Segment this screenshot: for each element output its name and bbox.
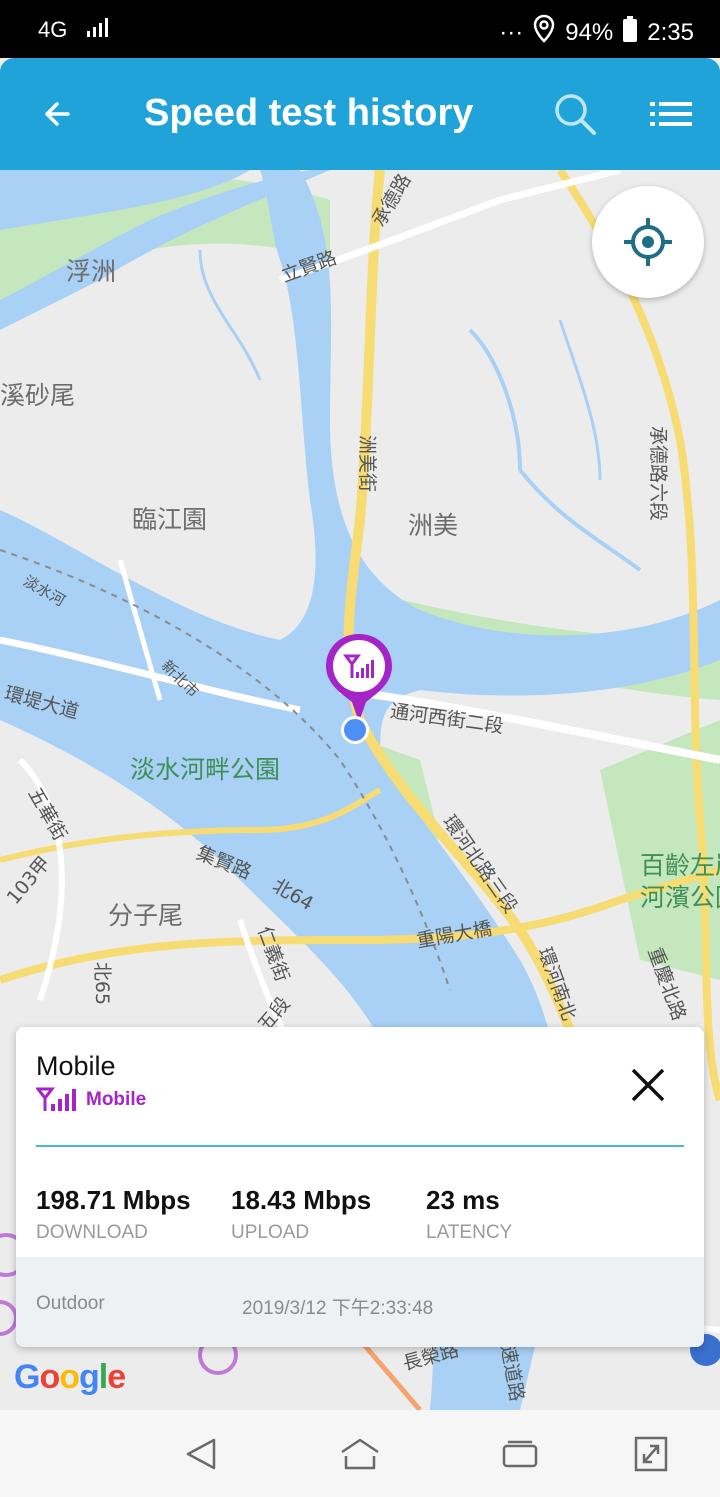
battery-icon — [623, 16, 638, 49]
locate-me-button[interactable] — [592, 186, 704, 298]
download-value: 198.71 Mbps — [36, 1185, 191, 1215]
latency-metric: 23 ms LATENCY — [426, 1185, 512, 1244]
latency-label: LATENCY — [426, 1222, 513, 1243]
signal-bars-icon — [85, 16, 115, 44]
download-label: DOWNLOAD — [36, 1222, 148, 1243]
nav-expand-icon[interactable] — [632, 1436, 672, 1472]
nav-back-icon[interactable] — [182, 1436, 222, 1472]
mobile-signal-pin-icon — [326, 634, 392, 722]
crosshair-icon — [624, 218, 672, 266]
clock: 2:35 — [647, 18, 694, 46]
network-type: Mobile — [36, 1087, 146, 1113]
network-type-label: Mobile — [86, 1089, 147, 1110]
page-title: Speed test history — [144, 92, 474, 134]
current-location-dot — [341, 716, 369, 744]
map-label: 分子尾 — [108, 901, 184, 930]
upload-value: 18.43 Mbps — [231, 1185, 372, 1215]
map-label: 承德路六段 — [647, 425, 670, 522]
close-icon[interactable] — [628, 1065, 668, 1105]
battery-percent: 94% — [565, 18, 614, 46]
map-label: 河濱公園 — [640, 883, 720, 912]
map-label: 臨江園 — [132, 505, 208, 534]
status-bar: 4G ··· 94% 2:35 — [0, 0, 720, 58]
mobile-signal-icon — [36, 1087, 76, 1111]
download-metric: 198.71 Mbps DOWNLOAD — [36, 1185, 191, 1244]
upload-label: UPLOAD — [231, 1222, 310, 1243]
map-label: 百齡左岸 — [640, 851, 720, 880]
search-icon[interactable] — [552, 91, 598, 137]
map-label: 溪砂尾 — [0, 381, 76, 410]
speed-test-marker[interactable] — [322, 632, 396, 728]
google-logo: Google — [14, 1358, 126, 1396]
test-name: Mobile — [36, 1051, 116, 1081]
map-label: 淡水河畔公園 — [130, 755, 281, 784]
nav-recents-icon[interactable] — [500, 1436, 540, 1472]
nav-home-icon[interactable] — [340, 1436, 380, 1472]
network-indicator: 4G — [38, 17, 68, 42]
upload-metric: 18.43 Mbps UPLOAD — [231, 1185, 371, 1244]
divider — [36, 1145, 684, 1147]
speed-test-detail-card: Mobile Mobile 198.71 Mbps DOWNLOAD 18.43… — [16, 1027, 704, 1347]
status-left: 4G — [38, 16, 115, 44]
map-label: 北65 — [91, 961, 114, 1006]
map-label: 浮洲 — [66, 257, 117, 286]
map-label: 洲美街 — [356, 434, 379, 493]
back-arrow-icon[interactable] — [38, 94, 78, 134]
app-bar: Speed test history — [0, 58, 720, 170]
list-menu-icon[interactable] — [650, 98, 692, 132]
map-label: 洲美 — [408, 511, 459, 540]
location-pin-icon — [533, 14, 555, 51]
card-footer: Outdoor 2019/3/12 下午2:33:48 — [16, 1257, 704, 1347]
system-nav-bar — [0, 1410, 720, 1497]
latency-value: 23 ms — [426, 1185, 500, 1215]
more-notifications-icon: ··· — [499, 18, 524, 46]
location-type: Outdoor — [36, 1293, 105, 1314]
test-timestamp: 2019/3/12 下午2:33:48 — [242, 1298, 434, 1319]
status-right: ··· 94% 2:35 — [499, 14, 694, 51]
